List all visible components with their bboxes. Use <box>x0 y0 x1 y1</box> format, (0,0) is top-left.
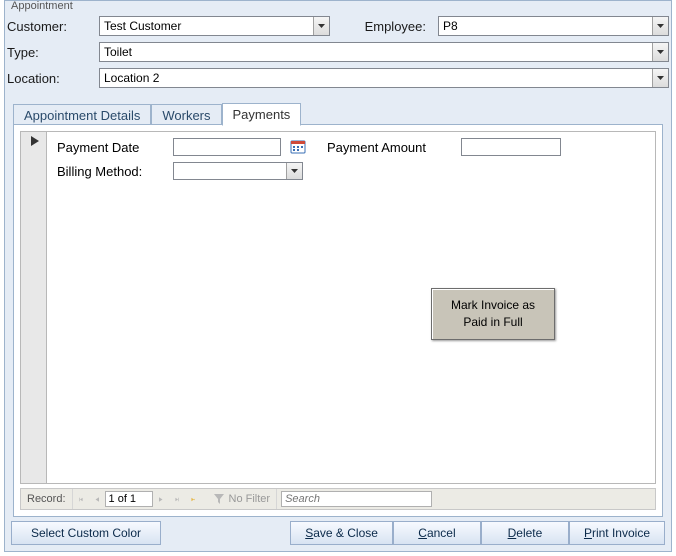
record-navigator: Record: No Filter <box>20 488 656 510</box>
calendar-icon[interactable] <box>289 138 307 156</box>
employee-combo[interactable]: P8 <box>438 16 669 36</box>
billing-method-label: Billing Method: <box>57 164 165 179</box>
type-label: Type: <box>7 45 93 60</box>
type-combo[interactable]: Toilet <box>99 42 669 62</box>
payment-date-label: Payment Date <box>57 140 165 155</box>
select-custom-color-button[interactable]: Select Custom Color <box>11 521 161 545</box>
nav-next-icon[interactable] <box>153 491 169 507</box>
chevron-down-icon[interactable] <box>652 69 668 87</box>
employee-value: P8 <box>443 19 458 33</box>
window-title: Appointment <box>9 0 75 12</box>
record-search-input[interactable] <box>281 491 432 507</box>
customer-combo[interactable]: Test Customer <box>99 16 330 36</box>
current-record-icon <box>31 136 39 146</box>
billing-method-combo[interactable] <box>173 162 303 180</box>
tab-workers[interactable]: Workers <box>151 104 221 126</box>
location-combo[interactable]: Location 2 <box>99 68 669 88</box>
record-selector[interactable] <box>21 132 47 483</box>
customer-value: Test Customer <box>104 19 181 33</box>
nav-first-icon[interactable] <box>73 491 89 507</box>
payment-date-input[interactable] <box>173 138 281 156</box>
employee-label: Employee: <box>336 19 432 34</box>
chevron-down-icon[interactable] <box>313 17 329 35</box>
record-position-input[interactable] <box>105 491 153 507</box>
payment-amount-label: Payment Amount <box>327 140 453 155</box>
tab-payments[interactable]: Payments <box>222 103 302 126</box>
nav-new-icon[interactable] <box>185 491 201 507</box>
tab-appointment-details[interactable]: Appointment Details <box>13 104 151 126</box>
delete-button[interactable]: Delete <box>481 521 569 545</box>
filter-label: No Filter <box>229 493 271 505</box>
payments-panel: Payment Date Payment Amoun <box>13 124 663 517</box>
footer-bar: Select Custom Color Save & Close Cancel … <box>11 521 665 545</box>
chevron-down-icon[interactable] <box>286 163 302 179</box>
type-value: Toilet <box>104 45 132 59</box>
filter-icon <box>211 491 227 507</box>
appointment-window: Appointment Customer: Test Customer Empl… <box>4 0 672 552</box>
payment-amount-input[interactable] <box>461 138 561 156</box>
payments-subform: Payment Date Payment Amoun <box>20 131 656 484</box>
nav-last-icon[interactable] <box>169 491 185 507</box>
record-navigator-label: Record: <box>27 493 66 505</box>
chevron-down-icon[interactable] <box>652 17 668 35</box>
cancel-button[interactable]: Cancel <box>393 521 481 545</box>
location-value: Location 2 <box>104 71 159 85</box>
chevron-down-icon[interactable] <box>652 43 668 61</box>
customer-label: Customer: <box>7 19 93 34</box>
location-label: Location: <box>7 71 93 86</box>
nav-prev-icon[interactable] <box>89 491 105 507</box>
print-invoice-button[interactable]: Print Invoice <box>569 521 665 545</box>
header-grid: Customer: Test Customer Employee: P8 Typ… <box>7 15 669 89</box>
save-close-button[interactable]: Save & Close <box>290 521 393 545</box>
detail-area: Payment Date Payment Amoun <box>47 132 655 483</box>
mark-paid-button[interactable]: Mark Invoice as Paid in Full <box>431 288 555 340</box>
tabstrip: Appointment Details Workers Payments <box>13 101 663 125</box>
